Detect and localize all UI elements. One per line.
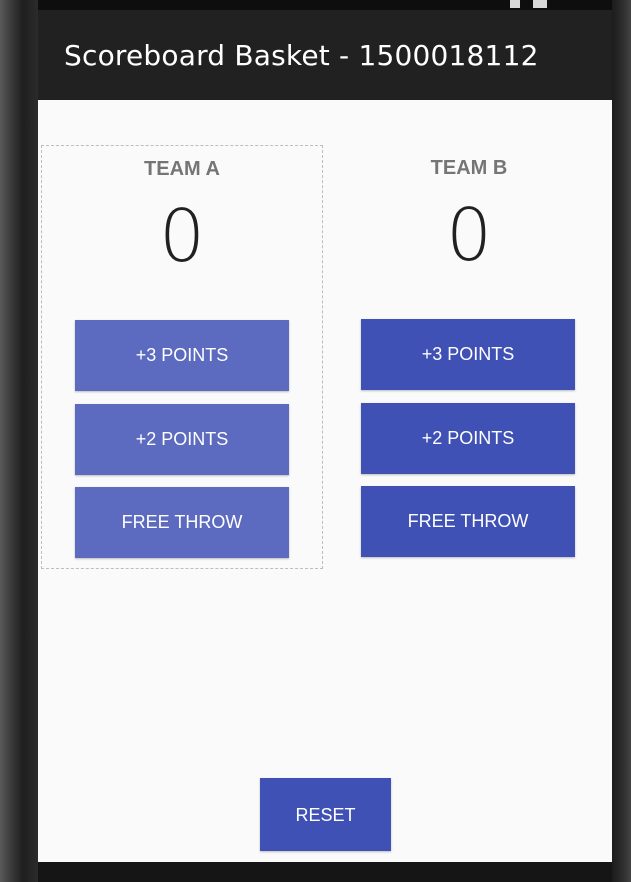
battery-icon	[533, 0, 547, 8]
signal-icon	[510, 0, 520, 8]
team-a-panel: TEAM A 0 +3 POINTS +2 POINTS FREE THROW	[41, 145, 323, 569]
device-frame-left	[0, 0, 38, 882]
reset-button[interactable]: RESET	[260, 778, 391, 851]
team-a-plus-three-button[interactable]: +3 POINTS	[75, 320, 289, 391]
team-b-plus-two-button[interactable]: +2 POINTS	[361, 403, 575, 474]
team-b-name: TEAM B	[430, 157, 508, 179]
team-a-name: TEAM A	[144, 158, 220, 180]
team-a-free-throw-button[interactable]: FREE THROW	[75, 487, 289, 558]
main-content: TEAM A 0 +3 POINTS +2 POINTS FREE THROW …	[38, 100, 612, 862]
team-b-panel: TEAM B 0 +3 POINTS +2 POINTS FREE THROW	[328, 145, 610, 569]
app-title: Scoreboard Basket - 1500018112	[64, 38, 539, 72]
team-b-score: 0	[446, 193, 492, 277]
team-a-score: 0	[159, 194, 205, 278]
status-bar	[38, 0, 612, 10]
team-b-free-throw-button[interactable]: FREE THROW	[361, 486, 575, 557]
app-bar: Scoreboard Basket - 1500018112	[38, 10, 612, 100]
device-frame-bottom	[38, 862, 612, 882]
device-frame-right	[612, 0, 631, 882]
team-b-plus-three-button[interactable]: +3 POINTS	[361, 319, 575, 390]
team-a-plus-two-button[interactable]: +2 POINTS	[75, 404, 289, 475]
